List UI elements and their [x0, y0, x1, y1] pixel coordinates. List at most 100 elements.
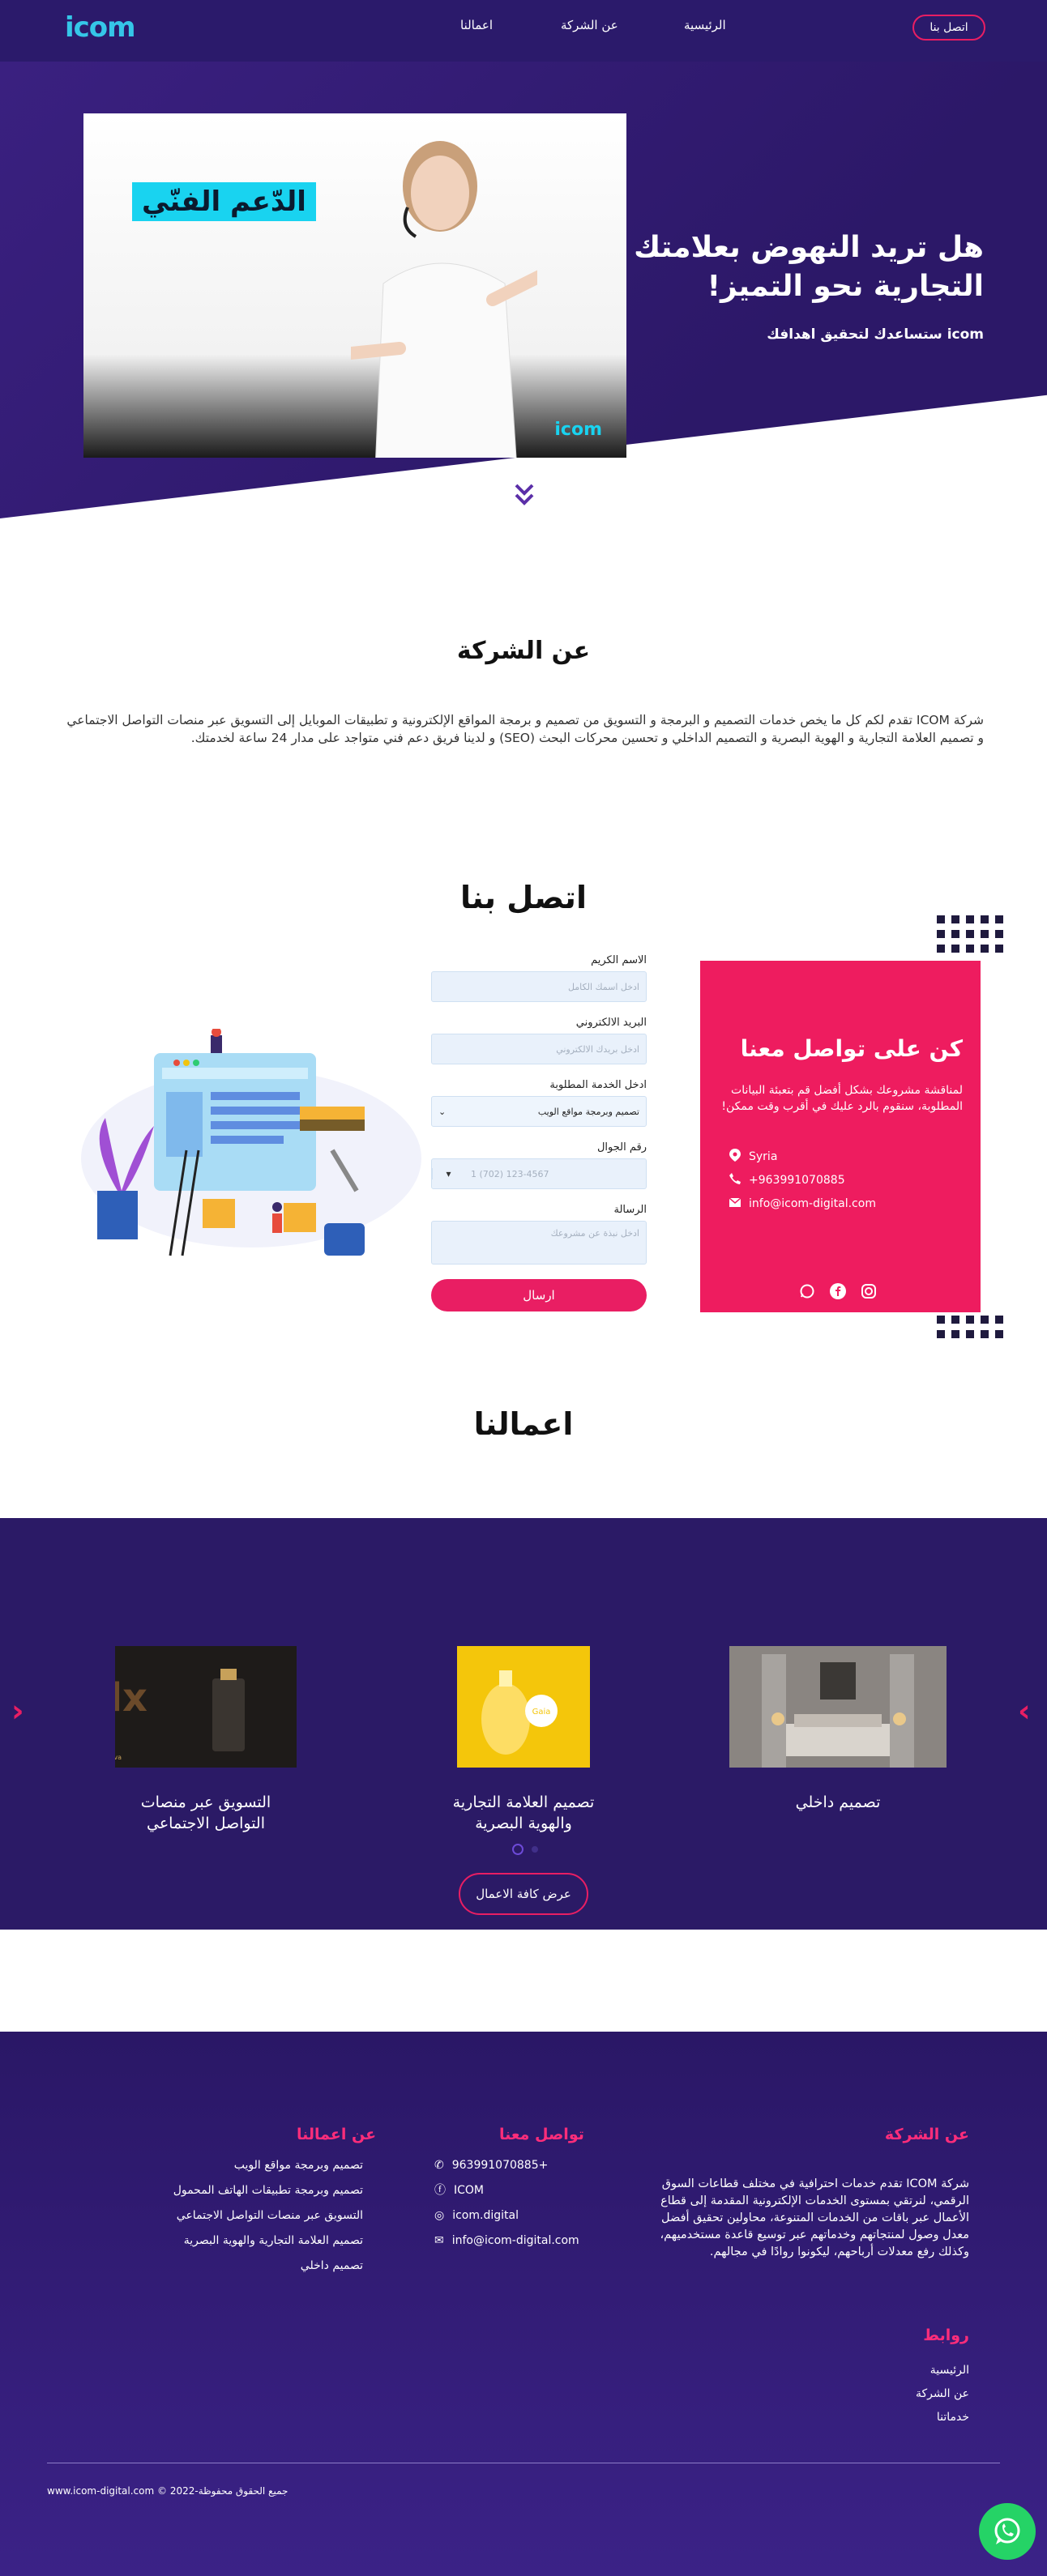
contact-location: Syria [729, 1149, 777, 1165]
hero-section: الدّعم الفنّي icom هل تريد النهوض بعلامت… [0, 62, 1047, 518]
logo[interactable]: icom [65, 11, 136, 44]
svg-text:olx: olx [115, 1675, 147, 1721]
site-header: icom اعمالنا عن الشركة الرئيسية اتصل بنا [0, 0, 1047, 62]
message-textarea[interactable]: ادخل نبذة عن مشروعك [431, 1221, 647, 1265]
about-title: عن الشركة [456, 637, 591, 665]
pager-dot[interactable] [532, 1846, 538, 1853]
footer-works-link[interactable]: تصميم وبرمجة مواقع الويب [113, 2153, 363, 2178]
footer-contact-facebook-text: ICOM [454, 2184, 485, 2197]
interior-design-thumbnail [729, 1646, 947, 1768]
work-caption-line2: التواصل الاجتماعي [147, 1815, 265, 1832]
footer-contact-email[interactable]: info@icom-digital.com ✉ [434, 2228, 580, 2254]
footer-about-text: شركة ICOM تقدم خدمات احترافية في مختلف ق… [660, 2177, 969, 2258]
works-title: اعمالنا [473, 1406, 574, 1442]
contact-phone-text: +963991070885 [749, 1174, 845, 1187]
submit-button[interactable]: ارسال [431, 1279, 647, 1311]
contact-phone[interactable]: +963991070885 [729, 1173, 845, 1188]
name-input[interactable]: ادخل اسمك الكامل [431, 971, 647, 1002]
chevron-down-icon: ⌄ [438, 1106, 447, 1117]
facebook-icon: ⓕ [434, 2184, 446, 2197]
footer-copyright: www.icom-digital.com © 2022-جميع الحقوق … [47, 2485, 288, 2497]
footer-works-title: عن اعمالنا [297, 2126, 377, 2143]
footer-contact-instagram[interactable]: icom.digital ◎ [434, 2203, 580, 2228]
hero-title: هل تريد النهوض بعلامتك التجارية نحو التم… [627, 228, 984, 306]
footer-link-about[interactable]: عن الشركة [916, 2382, 969, 2406]
footer-contact-list: +963991070885 ✆ ICOM ⓕ icom.digital ◎ info@… [434, 2153, 580, 2254]
contact-info-card: كن على تواصل معنا لمناقشة مشروعك بشكل أف… [700, 961, 981, 1312]
work-item-caption: تصميم داخلي [795, 1793, 881, 1811]
work-caption-line2: والهوية البصرية [475, 1815, 572, 1832]
footer-works-link[interactable]: التسويق عبر منصات التواصل الاجتماعي [113, 2203, 363, 2228]
footer-works-link[interactable]: تصميم داخلي [113, 2254, 363, 2279]
phone-number-input[interactable]: 1 (702) 123-4567 [464, 1169, 646, 1179]
contact-card-title: كن على تواصل معنا [740, 1035, 963, 1062]
work-item-caption: تصميم العلامة التجارية والهوية البصرية [434, 1792, 613, 1834]
work-caption-line1: تصميم العلامة التجارية [452, 1793, 595, 1811]
footer-contact-email-text: info@icom-digital.com [451, 2234, 579, 2247]
contact-card-description: لمناقشة مشروعك بشكل أفضل قم بتعبئة البيا… [721, 1084, 963, 1113]
hero-title-line2: التجارية نحو التميز! [707, 270, 984, 303]
footer-works-link[interactable]: تصميم وبرمجة تطبيقات الهاتف المحمول [113, 2178, 363, 2203]
carousel-pager [512, 1844, 538, 1855]
phone-icon [729, 1173, 741, 1188]
svg-text:oliva: oliva [115, 1754, 122, 1761]
about-text: شركة ICOM تقدم لكم كل ما يخص خدمات التصم… [66, 713, 984, 745]
name-label: الاسم الكريم [591, 954, 647, 966]
work-item-interior[interactable]: تصميم داخلي [729, 1646, 947, 1813]
hero-image: الدّعم الفنّي icom [83, 113, 626, 458]
contact-email-text: info@icom-digital.com [749, 1197, 876, 1210]
whatsapp-icon: ✆ [434, 2159, 444, 2172]
phone-input[interactable]: 1 (702) 123-4567 ▾ [431, 1158, 647, 1189]
footer-contact-facebook[interactable]: ICOM ⓕ [434, 2178, 580, 2203]
instagram-icon: ◎ [434, 2209, 445, 2222]
footer-contact-phone[interactable]: +963991070885 ✆ [434, 2153, 580, 2178]
location-pin-icon [729, 1149, 741, 1165]
nav-link-about[interactable]: عن الشركة [561, 18, 618, 32]
footer-link-services[interactable]: خدماتنا [916, 2406, 969, 2429]
contact-title: اتصل بنا [460, 880, 587, 915]
service-select-value: تصميم وبرمجة مواقع الويب [537, 1106, 639, 1117]
service-select[interactable]: تصميم وبرمجة مواقع الويب ⌄ [431, 1096, 647, 1127]
instagram-icon[interactable] [861, 1283, 877, 1299]
hero-image-watermark: icom [554, 420, 602, 440]
footer-works-list: تصميم وبرمجة مواقع الويب تصميم وبرمجة تط… [113, 2153, 363, 2279]
envelope-icon: ✉ [434, 2234, 444, 2247]
work-caption-line1: التسويق عبر منصات [140, 1793, 271, 1811]
site-footer: عن الشركة شركة ICOM تقدم خدمات احترافية … [0, 2032, 1047, 2576]
work-item-branding[interactable]: Gaia تصميم العلامة التجارية والهوية البص… [434, 1646, 613, 1834]
contact-us-button[interactable]: اتصل بنا [912, 15, 985, 41]
view-all-works-button[interactable]: عرض كافة الاعمال [459, 1873, 588, 1915]
footer-contact-phone-text: +963991070885 [451, 2159, 549, 2172]
whatsapp-icon [994, 2518, 1020, 2544]
support-agent-illustration [351, 141, 537, 458]
contact-form: الاسم الكريم ادخل اسمك الكامل البريد الا… [431, 954, 647, 1311]
decorative-dots-bottom [937, 1316, 1003, 1338]
nav-link-works[interactable]: اعمالنا [460, 18, 493, 32]
branding-thumbnail: Gaia [457, 1646, 590, 1768]
country-code-dropdown[interactable]: ▾ [432, 1168, 464, 1179]
whatsapp-icon[interactable] [799, 1283, 815, 1299]
social-marketing-thumbnail: olx oliva [83, 1646, 297, 1768]
contact-location-text: Syria [749, 1150, 778, 1163]
email-input[interactable]: ادخل بريدك الالكتروني [431, 1034, 647, 1064]
website-building-illustration [81, 1029, 421, 1256]
hero-image-badge: الدّعم الفنّي [132, 182, 316, 221]
work-item-social-marketing[interactable]: olx oliva التسويق عبر منصات التواصل الاج… [83, 1646, 314, 1834]
carousel-next-arrow[interactable]: › [1018, 1693, 1031, 1729]
footer-link-home[interactable]: الرئيسية [916, 2359, 969, 2382]
whatsapp-float-button[interactable] [979, 2503, 1036, 2560]
svg-text:Gaia: Gaia [532, 1708, 551, 1717]
footer-works-link[interactable]: تصميم العلامة التجارية والهوية البصرية [113, 2228, 363, 2254]
facebook-icon[interactable] [830, 1283, 846, 1299]
pager-dot-active[interactable] [512, 1844, 524, 1855]
carousel-prev-arrow[interactable]: ‹ [11, 1693, 24, 1729]
email-label: البريد الالكتروني [575, 1017, 647, 1029]
hero-subtitle: icom ستساعدك لتحقيق اهدافك [767, 326, 984, 343]
message-label: الرسالة [613, 1204, 647, 1216]
contact-email[interactable]: info@icom-digital.com [729, 1197, 876, 1210]
work-item-caption: التسويق عبر منصات التواصل الاجتماعي [97, 1792, 314, 1834]
nav-link-home[interactable]: الرئيسية [684, 18, 726, 32]
footer-links-list: الرئيسية عن الشركة خدماتنا [916, 2359, 969, 2429]
scroll-down-icon[interactable] [514, 483, 535, 507]
contact-card-socials [799, 1283, 877, 1299]
